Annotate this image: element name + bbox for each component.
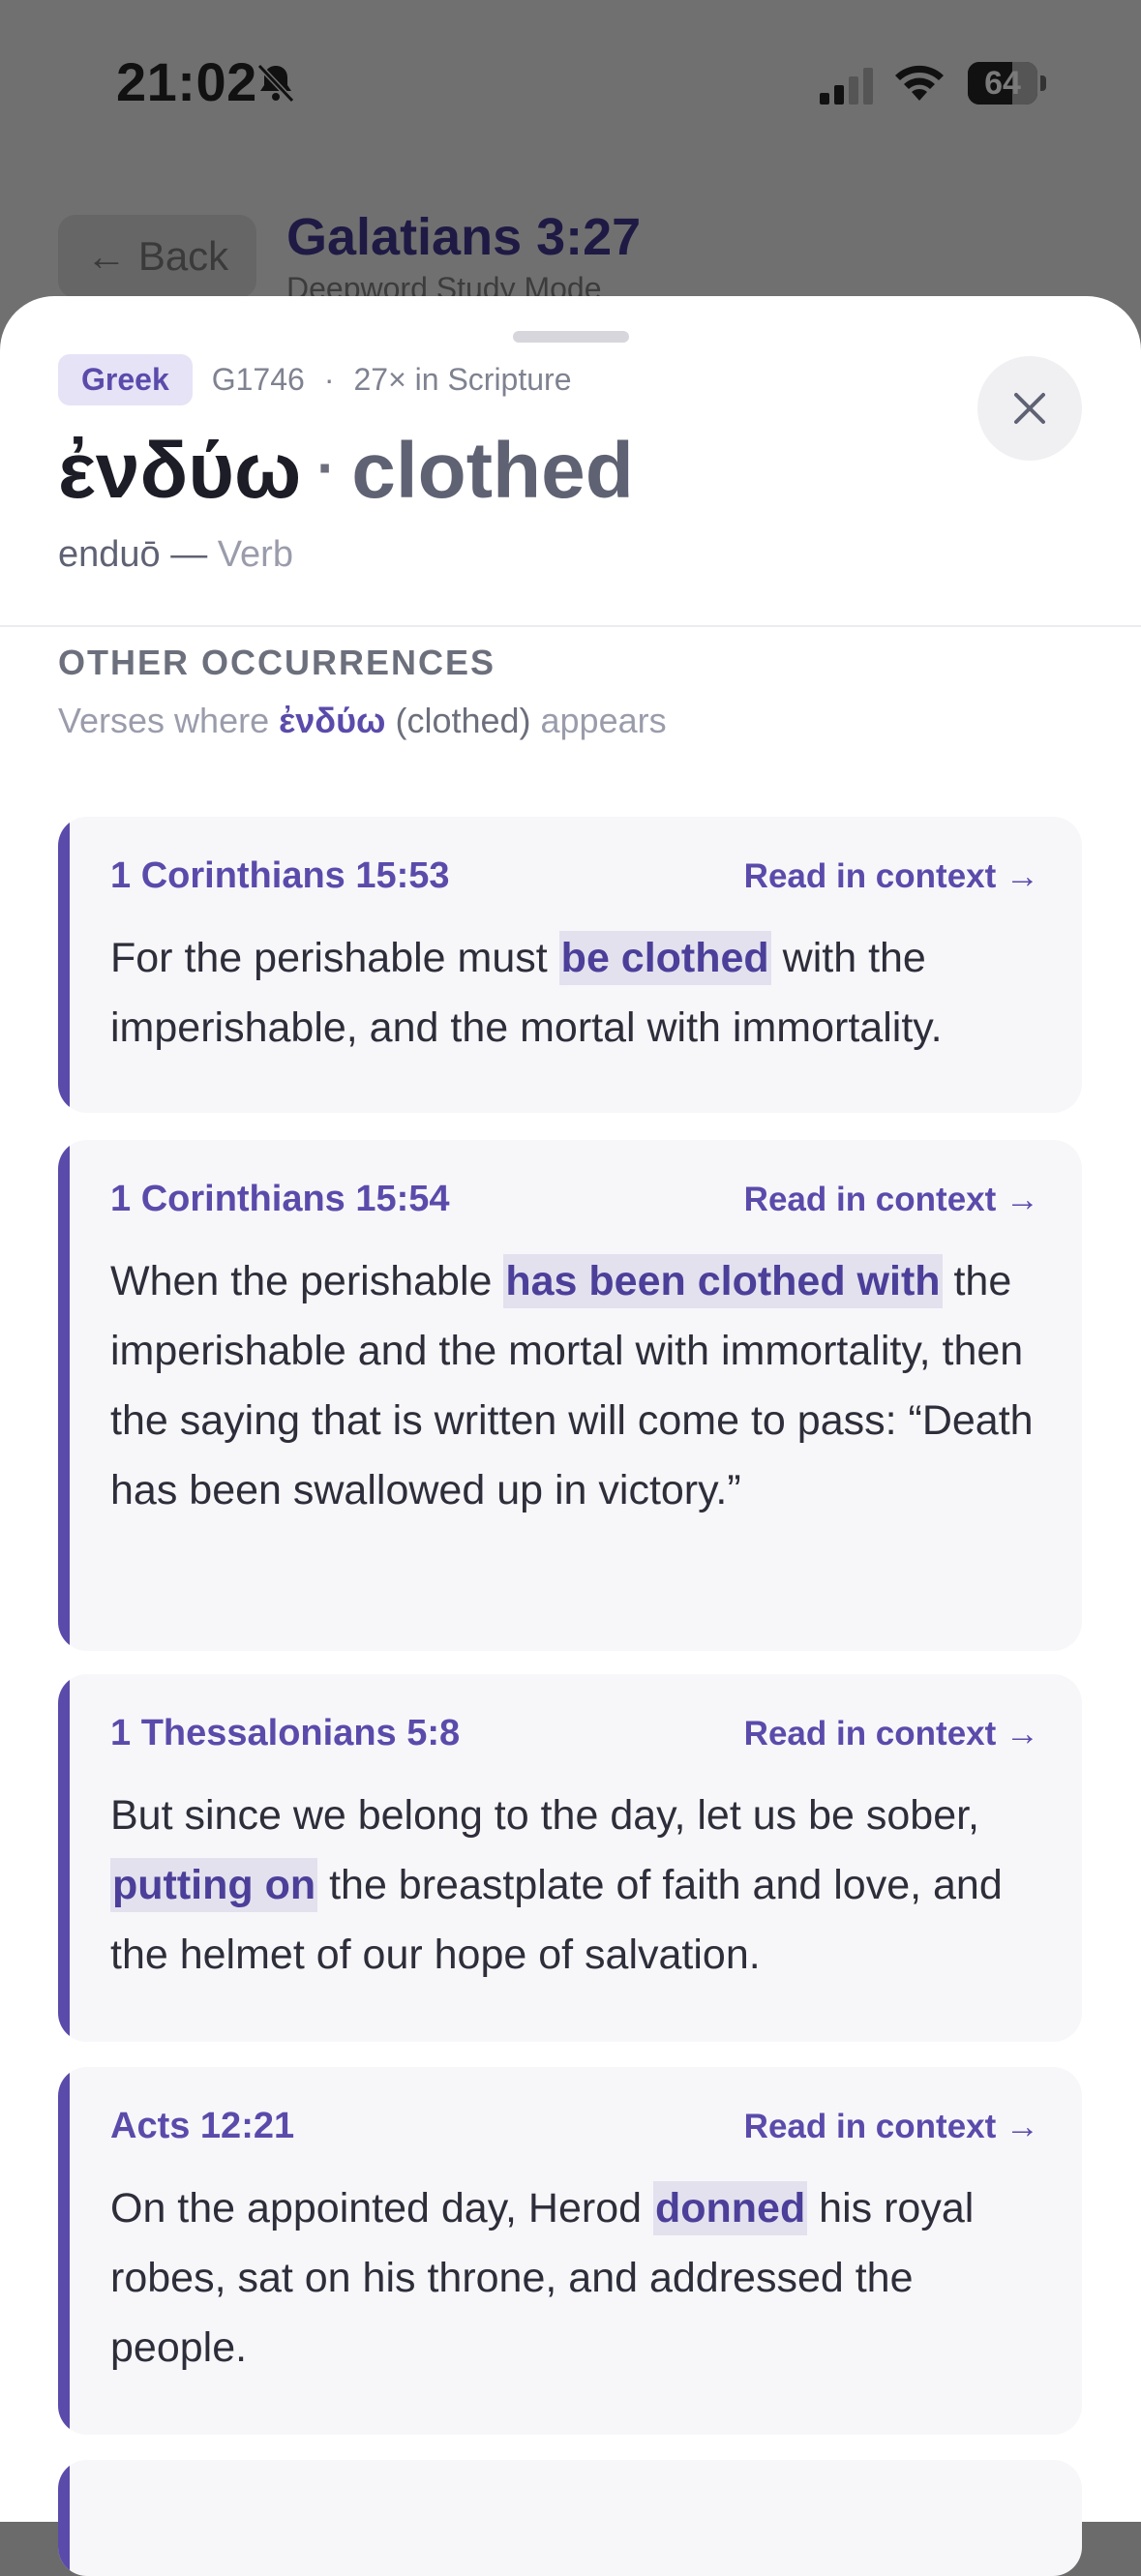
- status-time: 21:02: [116, 51, 257, 112]
- occurrence-count: 27× in Scripture: [353, 362, 572, 397]
- verse-text: For the perishable must be clothed with …: [110, 923, 1039, 1063]
- subtitle-gloss: (clothed): [395, 701, 531, 740]
- read-in-context-link[interactable]: Read in context →: [744, 2108, 1039, 2146]
- card-accent-bar: [58, 817, 70, 1113]
- headword: ἐνδύω · clothed: [58, 426, 634, 517]
- subtitle-greek-word: ἐνδύω: [279, 701, 386, 740]
- verse-reference[interactable]: 1 Corinthians 15:54: [110, 1179, 450, 1220]
- verse-text: But since we belong to the day, let us b…: [110, 1781, 1039, 1990]
- verse-reference[interactable]: 1 Thessalonians 5:8: [110, 1713, 460, 1754]
- occurrence-card[interactable]: 1 Corinthians 15:53 Read in context → Fo…: [58, 817, 1082, 1113]
- back-button[interactable]: ← Back: [58, 215, 256, 298]
- occurrence-card[interactable]: 1 Thessalonians 5:8 Read in context → Bu…: [58, 1674, 1082, 2042]
- bell-muted-icon: [256, 63, 295, 104]
- back-label: Back: [137, 233, 229, 279]
- card-accent-bar: [58, 1674, 70, 2042]
- read-in-context-link[interactable]: Read in context →: [744, 857, 1039, 896]
- verse-text-before: On the appointed day, Herod: [110, 2185, 653, 2232]
- occurrence-card[interactable]: [58, 2460, 1082, 2576]
- sheet-grabber[interactable]: [513, 331, 629, 343]
- wifi-icon: [895, 65, 944, 101]
- highlighted-word: has been clothed with: [503, 1254, 943, 1308]
- verse-text-before: For the perishable must: [110, 935, 559, 981]
- strongs-number: G1746: [211, 362, 305, 397]
- occurrence-card[interactable]: 1 Corinthians 15:54 Read in context → Wh…: [58, 1140, 1082, 1651]
- card-accent-bar: [58, 2460, 70, 2576]
- read-in-context-link[interactable]: Read in context →: [744, 1715, 1039, 1753]
- card-accent-bar: [58, 1140, 70, 1651]
- subtitle-prefix: Verses where: [58, 701, 280, 740]
- verse-reference[interactable]: 1 Corinthians 15:53: [110, 855, 450, 897]
- highlighted-word: putting on: [110, 1858, 318, 1912]
- transliteration-line: enduō — Verb: [58, 534, 293, 576]
- word-meta: Greek G1746 · 27× in Scripture: [58, 354, 571, 405]
- language-badge: Greek: [58, 354, 193, 405]
- battery-level: 64: [984, 65, 1021, 102]
- gloss: clothed: [351, 427, 634, 515]
- part-of-speech: Verb: [217, 534, 293, 575]
- greek-word: ἐνδύω: [58, 427, 302, 515]
- arrow-left-icon: ←: [85, 233, 127, 279]
- highlighted-word: donned: [652, 2181, 808, 2235]
- highlighted-word: be clothed: [558, 931, 771, 985]
- verse-reference[interactable]: Acts 12:21: [110, 2106, 294, 2147]
- section-subtitle: Verses where ἐνδύω (clothed) appears: [58, 701, 667, 741]
- page-title: Galatians 3:27: [286, 208, 642, 266]
- close-icon: [1014, 393, 1045, 424]
- word-detail-sheet: Greek G1746 · 27× in Scripture ἐνδύω · clo…: [0, 296, 1141, 2576]
- occurrence-card[interactable]: Acts 12:21 Read in context → On the appo…: [58, 2067, 1082, 2435]
- battery-icon: 64: [968, 62, 1046, 105]
- meta-separator: ·: [323, 362, 335, 397]
- cellular-signal-icon: [820, 68, 873, 105]
- section-heading: OTHER OCCURRENCES: [58, 643, 496, 682]
- verse-text-before: When the perishable: [110, 1258, 504, 1304]
- headword-separator: ·: [316, 435, 337, 500]
- verse-text-before: But since we belong to the day, let us b…: [110, 1792, 980, 1839]
- verse-text: On the appointed day, Herod donned his r…: [110, 2173, 1039, 2382]
- read-in-context-link[interactable]: Read in context →: [744, 1181, 1039, 1219]
- subtitle-suffix: appears: [530, 701, 667, 740]
- close-button[interactable]: [977, 356, 1082, 461]
- divider: [0, 625, 1141, 627]
- verse-text: When the perishable has been clothed wit…: [110, 1246, 1039, 1525]
- card-accent-bar: [58, 2067, 70, 2435]
- transliteration: enduō —: [58, 534, 208, 575]
